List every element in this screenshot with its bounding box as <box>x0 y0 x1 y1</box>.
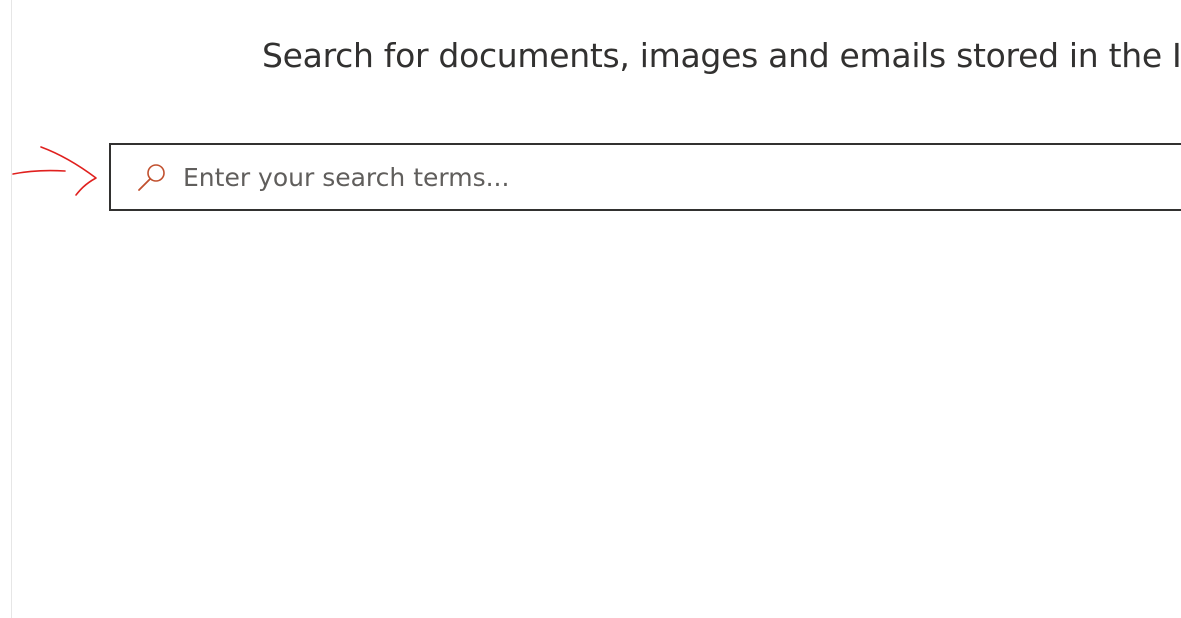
page-headline: Search for documents, images and emails … <box>262 36 1181 75</box>
search-icon <box>138 164 165 191</box>
search-input[interactable] <box>183 158 1083 196</box>
search-box[interactable] <box>109 143 1181 211</box>
left-divider <box>11 0 12 618</box>
red-arrow-annotation-icon <box>12 146 97 196</box>
